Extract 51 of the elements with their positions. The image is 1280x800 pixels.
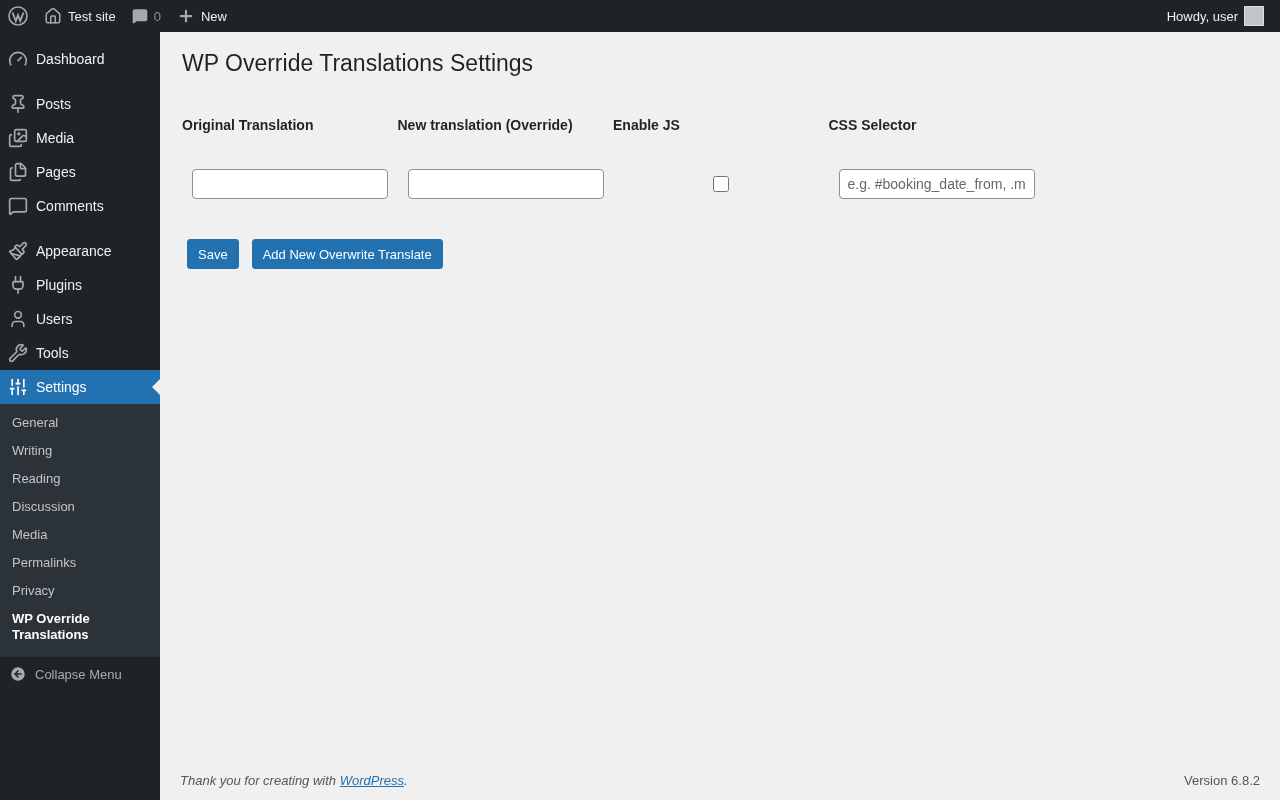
submenu-item[interactable]: WP Override Translations bbox=[0, 605, 160, 649]
collapse-menu-button[interactable]: Collapse Menu bbox=[0, 657, 160, 691]
avatar bbox=[1244, 6, 1264, 26]
menu-item[interactable]: Media bbox=[0, 121, 160, 155]
dashboard-gauge-icon bbox=[8, 49, 28, 69]
pin-icon bbox=[8, 94, 28, 114]
menu-item[interactable]: Posts bbox=[0, 87, 160, 121]
submenu-item[interactable]: General bbox=[0, 409, 160, 437]
pages-icon bbox=[8, 162, 28, 182]
menu-item[interactable]: Settings bbox=[0, 370, 160, 404]
version-text: Version 6.8.2 bbox=[1184, 773, 1260, 788]
menu-item[interactable]: Comments bbox=[0, 189, 160, 223]
speech-bubble-icon bbox=[131, 8, 148, 24]
new-translation-input[interactable] bbox=[407, 169, 604, 199]
new-link[interactable]: New bbox=[168, 7, 235, 25]
column-header: Enable JS bbox=[613, 116, 681, 135]
sliders-icon bbox=[8, 377, 28, 397]
column-header: New translation (Override) bbox=[397, 116, 574, 135]
menu-item[interactable]: Appearance bbox=[0, 234, 160, 268]
menu-item[interactable]: Users bbox=[0, 302, 160, 336]
logo-icon[interactable] bbox=[8, 6, 28, 26]
paintbrush-icon bbox=[8, 241, 28, 261]
column-header: Original Translation bbox=[182, 116, 315, 135]
menu-item[interactable]: Dashboard bbox=[0, 42, 160, 76]
footer-credit: Thank you for creating with WordPress. bbox=[180, 773, 408, 788]
add-translation-button[interactable]: Add New Overwrite Translate bbox=[251, 239, 443, 269]
comments-link[interactable]: 0 bbox=[123, 8, 169, 24]
wordpress-link[interactable]: WordPress bbox=[339, 773, 404, 788]
submenu-item[interactable]: Privacy bbox=[0, 577, 160, 605]
menu-item[interactable]: Pages bbox=[0, 155, 160, 189]
speech-bubble-icon bbox=[8, 196, 28, 216]
home-icon bbox=[44, 7, 62, 25]
submenu-item[interactable]: Permalinks bbox=[0, 549, 160, 577]
submenu-item[interactable]: Writing bbox=[0, 437, 160, 465]
account-menu[interactable]: Howdy, user bbox=[1158, 6, 1272, 26]
media-icon bbox=[8, 128, 28, 148]
menu-item[interactable]: Tools bbox=[0, 336, 160, 370]
submenu-item[interactable]: Discussion bbox=[0, 493, 160, 521]
column-header: CSS Selector bbox=[828, 116, 918, 135]
site-name-link[interactable]: Test site bbox=[36, 7, 124, 25]
user-icon bbox=[8, 309, 28, 329]
css-selector-input[interactable]: e.g. #booking_date_from, .m bbox=[838, 169, 1035, 199]
enable-js-checkbox[interactable] bbox=[712, 176, 729, 192]
submenu-item[interactable]: Reading bbox=[0, 465, 160, 493]
wrench-icon bbox=[8, 343, 28, 363]
submenu-item[interactable]: Media bbox=[0, 521, 160, 549]
original-translation-input[interactable] bbox=[192, 169, 388, 199]
left-arrow-circle-icon bbox=[9, 665, 27, 683]
menu-item[interactable]: Plugins bbox=[0, 268, 160, 302]
page-title: WP Override Translations Settings bbox=[182, 50, 535, 77]
save-button[interactable]: Save bbox=[187, 239, 239, 269]
